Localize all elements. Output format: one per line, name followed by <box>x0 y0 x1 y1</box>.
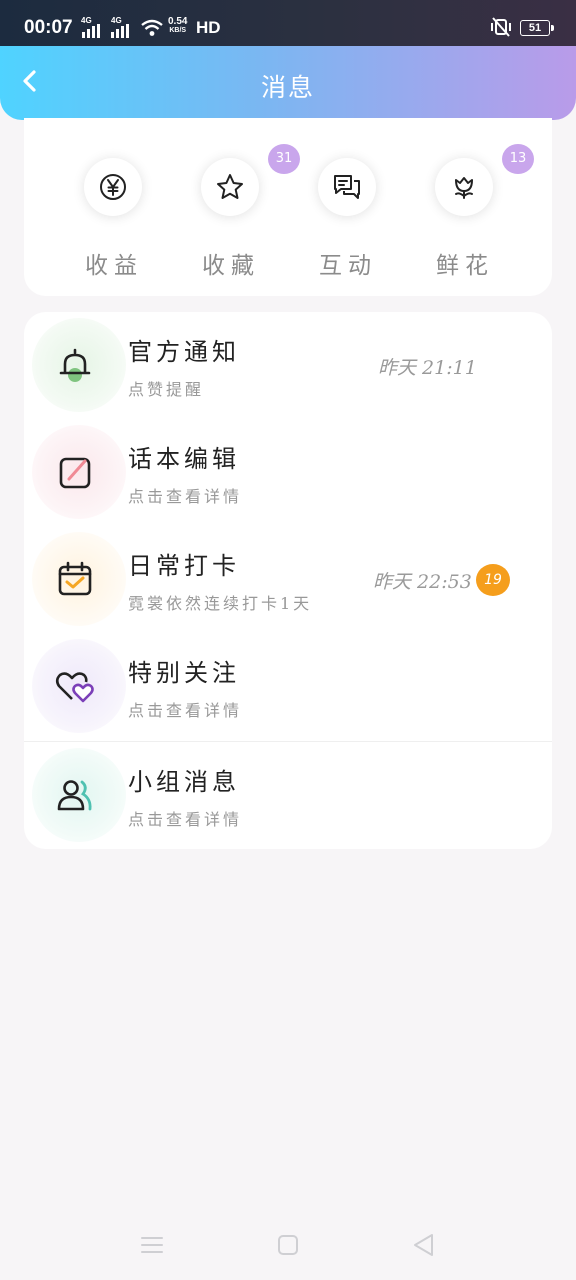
unread-badge: 19 <box>476 564 510 596</box>
message-title: 特别关注 <box>128 659 240 687</box>
quick-action-favorites[interactable]: 31 收藏 <box>171 144 300 279</box>
hd-indicator: HD <box>196 18 221 37</box>
page-header: 消息 <box>0 46 576 120</box>
flowers-button[interactable] <box>435 158 493 216</box>
page-title: 消息 <box>260 73 315 102</box>
quick-actions-card: 收益 31 收藏 互动 13 鲜花 <box>24 118 552 296</box>
earnings-button[interactable] <box>84 158 142 216</box>
message-row-group[interactable]: 小组消息 点击查看详情 <box>24 741 552 849</box>
quick-action-label: 鲜花 <box>436 253 494 279</box>
message-title: 官方通知 <box>128 338 240 366</box>
quick-action-interaction[interactable]: 互动 <box>288 158 408 279</box>
group-icon <box>57 780 92 811</box>
edit-icon <box>59 457 91 489</box>
message-title: 话本编辑 <box>128 445 240 473</box>
message-row-official[interactable]: 官方通知 点赞提醒 昨天 21:11 <box>24 312 552 419</box>
menu-icon[interactable] <box>139 1232 165 1258</box>
message-subtitle: 点击查看详情 <box>128 701 243 720</box>
message-title: 小组消息 <box>128 768 240 796</box>
flower-icon <box>455 177 473 199</box>
interaction-button[interactable] <box>318 158 376 216</box>
quick-action-flowers[interactable]: 13 鲜花 <box>405 144 534 279</box>
quick-action-label: 收益 <box>85 253 143 279</box>
message-subtitle: 点赞提醒 <box>128 380 205 399</box>
message-subtitle: 霓裳依然连续打卡1天 <box>128 594 313 613</box>
signal-icon <box>82 24 100 38</box>
message-row-editor[interactable]: 话本编辑 点击查看详情 <box>24 419 552 526</box>
wifi-icon <box>141 19 163 36</box>
quick-action-label: 收藏 <box>202 253 260 279</box>
message-subtitle: 点击查看详情 <box>128 487 243 506</box>
message-title: 日常打卡 <box>128 552 240 580</box>
quick-action-earnings[interactable]: 收益 <box>54 158 174 279</box>
message-subtitle: 点击查看详情 <box>128 810 243 829</box>
signal-icon <box>111 24 129 38</box>
speed-value: 0.54 <box>168 16 188 27</box>
calendar-check-icon <box>58 561 92 596</box>
system-nav-bar <box>0 1200 576 1280</box>
message-time: 昨天 21:11 <box>378 357 477 379</box>
network-speed: 0.54 KB/S <box>168 17 187 35</box>
favorites-button[interactable] <box>201 158 259 216</box>
yen-coin-icon <box>100 174 126 200</box>
hearts-icon <box>55 672 94 703</box>
vibrate-off-icon <box>491 17 511 37</box>
message-row-checkin[interactable]: 日常打卡 霓裳依然连续打卡1天 昨天 22:53 19 <box>24 526 552 633</box>
message-time: 昨天 22:53 <box>373 571 472 593</box>
star-icon <box>217 174 243 199</box>
message-row-special-follow[interactable]: 特别关注 点击查看详情 <box>24 633 552 740</box>
status-time: 00:07 <box>24 17 73 38</box>
flowers-badge: 13 <box>502 144 534 174</box>
message-list: 官方通知 点赞提醒 昨天 21:11 话本编辑 点击查看详情 日常打卡 霓裳依然… <box>24 312 552 849</box>
status-bar: 00:07 4G 4G 0.54 KB/S HD 51 <box>0 0 576 46</box>
home-square-icon[interactable] <box>275 1232 301 1258</box>
quick-action-label: 互动 <box>319 253 377 279</box>
speed-unit: KB/S <box>169 27 187 34</box>
chat-bubbles-icon <box>334 175 360 199</box>
battery-icon: 51 <box>520 20 554 36</box>
bell-icon <box>59 348 91 382</box>
back-triangle-icon[interactable] <box>411 1232 437 1258</box>
